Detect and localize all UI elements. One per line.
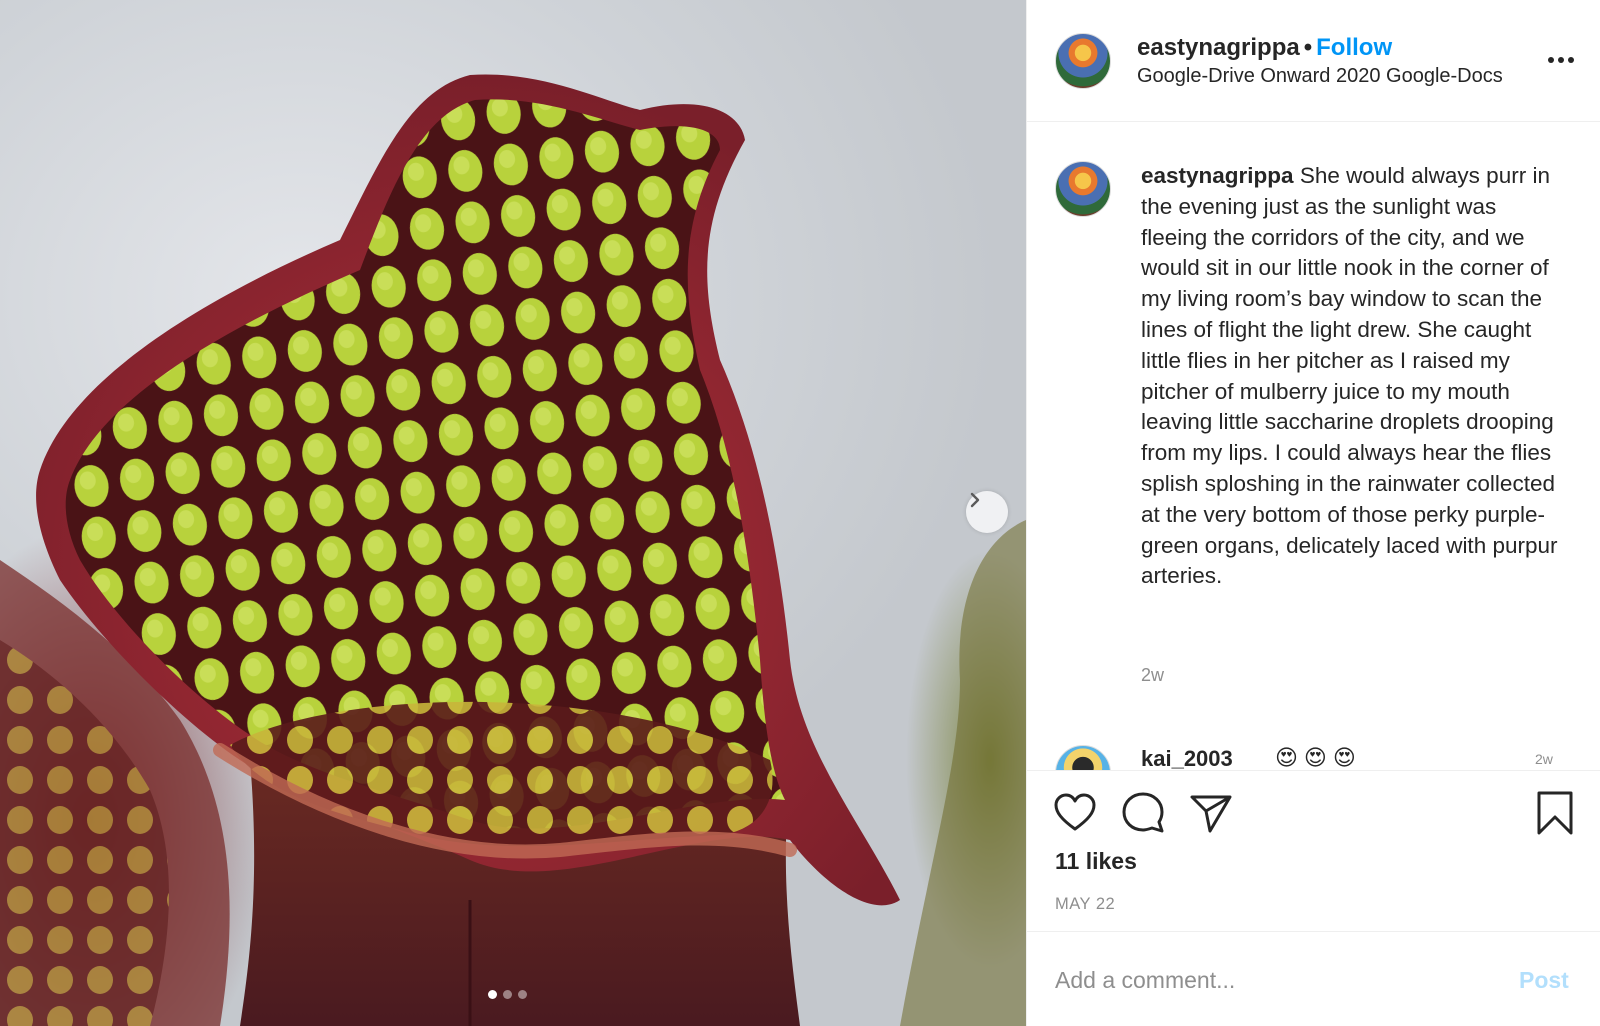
post-details-panel: eastynagrippa • Follow Google-Drive Onward… xyxy=(1026,0,1600,1026)
carousel-indicators xyxy=(488,990,527,999)
add-comment-bar: Post xyxy=(1027,933,1600,1026)
more-dot xyxy=(1558,57,1564,63)
caption-timestamp[interactable]: 2w xyxy=(1141,665,1164,686)
commenter-username[interactable]: kai_2003 xyxy=(1141,746,1233,770)
caption-avatar[interactable] xyxy=(1055,161,1111,217)
carousel-dot-active xyxy=(488,990,497,999)
comment-bubble-icon[interactable] xyxy=(1119,789,1167,837)
post-media[interactable] xyxy=(0,0,1026,1026)
chevron-right-icon xyxy=(970,492,980,508)
heart-icon[interactable] xyxy=(1051,789,1099,837)
comments-list[interactable]: eastynagrippa She would always purr in t… xyxy=(1027,123,1600,771)
author-username[interactable]: eastynagrippa xyxy=(1137,34,1300,61)
more-dot xyxy=(1568,57,1574,63)
follow-button[interactable]: Follow xyxy=(1316,34,1392,61)
comment-text: 😍😍😍 xyxy=(1275,745,1362,770)
likes-count[interactable]: 11 likes xyxy=(1055,848,1137,875)
bookmark-icon[interactable] xyxy=(1531,789,1579,837)
carousel-dot xyxy=(518,990,527,999)
action-bar: 11 likes MAY 22 xyxy=(1027,772,1600,932)
next-slide-button[interactable] xyxy=(966,491,1008,533)
caption-text: She would always purr in the evening jus… xyxy=(1141,163,1558,589)
comment-input[interactable] xyxy=(1055,961,1495,999)
post-header: eastynagrippa • Follow Google-Drive Onward… xyxy=(1027,0,1600,122)
comment-timestamp: 2w xyxy=(1535,751,1553,767)
caption: eastynagrippa She would always purr in t… xyxy=(1141,161,1566,592)
author-avatar[interactable] xyxy=(1055,33,1111,89)
caption-username[interactable]: eastynagrippa xyxy=(1141,163,1294,188)
post-comment-button[interactable]: Post xyxy=(1519,967,1569,994)
more-dot xyxy=(1548,57,1554,63)
carousel-dot xyxy=(503,990,512,999)
author-subtitle[interactable]: Google-Drive Onward 2020 Google-Docs xyxy=(1137,65,1503,88)
more-options-icon[interactable] xyxy=(1543,48,1579,72)
pitcher-plant-photo xyxy=(0,74,1026,1026)
commenter-avatar[interactable] xyxy=(1055,745,1111,770)
post-date[interactable]: MAY 22 xyxy=(1055,895,1115,914)
separator-dot: • xyxy=(1303,34,1313,61)
author-line: eastynagrippa • Follow xyxy=(1137,34,1392,62)
paper-plane-icon[interactable] xyxy=(1187,789,1235,837)
